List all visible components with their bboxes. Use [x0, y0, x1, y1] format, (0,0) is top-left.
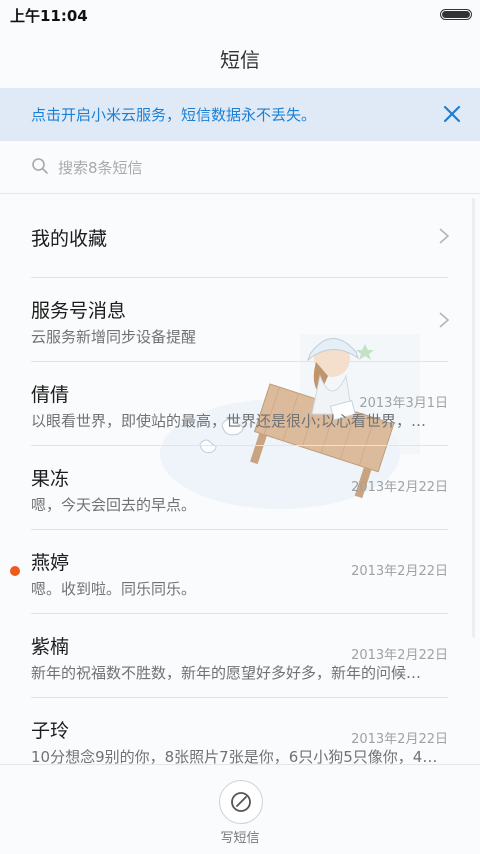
conversation-snippet: 嗯。收到啦。同乐同乐。 — [31, 580, 197, 598]
conversation-list[interactable]: 我的收藏 服务号消息 云服务新增同步设备提醒 倩倩 2013年3月1日 以眼看世… — [0, 194, 480, 764]
list-item[interactable]: 燕婷 2013年2月22日 嗯。收到啦。同乐同乐。 — [0, 530, 480, 614]
status-time: 上午11:04 — [10, 7, 88, 25]
scrollbar[interactable] — [472, 198, 475, 638]
conversation-date: 2013年2月22日 — [351, 648, 448, 663]
conversation-name: 服务号消息 — [31, 300, 127, 322]
conversation-snippet: 云服务新增同步设备提醒 — [31, 328, 197, 346]
list-item-service-messages[interactable]: 服务号消息 云服务新增同步设备提醒 — [0, 278, 480, 362]
close-icon[interactable] — [440, 102, 464, 126]
page-title: 短信 — [220, 47, 260, 72]
list-item[interactable]: 紫楠 2013年2月22日 新年的祝福数不胜数，新年的愿望好多好多，新年的问候… — [0, 614, 480, 698]
conversation-date: 2013年2月22日 — [351, 480, 448, 495]
conversation-name: 燕婷 — [31, 552, 70, 574]
list-item[interactable]: 倩倩 2013年3月1日 以眼看世界，即使站的最高，世界还是很小;以心看世界，… — [0, 362, 480, 446]
conversation-name: 倩倩 — [31, 384, 70, 406]
compose-icon — [231, 792, 251, 812]
search-bar[interactable]: 搜索8条短信 — [0, 141, 480, 194]
conversation-date: 2013年3月1日 — [359, 396, 448, 411]
search-icon — [32, 158, 48, 174]
conversation-name: 我的收藏 — [31, 228, 108, 250]
conversation-date: 2013年2月22日 — [351, 564, 448, 579]
list-item[interactable]: 果冻 2013年2月22日 嗯，今天会回去的早点。 — [0, 446, 480, 530]
title-bar: 短信 — [0, 28, 480, 88]
chevron-right-icon — [439, 312, 450, 328]
bottom-bar: 写短信 — [0, 764, 480, 854]
compose-label[interactable]: 写短信 — [0, 827, 480, 846]
list-item[interactable]: 子玲 2013年2月22日 10分想念9别的你，8张照片7张是你，6只小狗5只像… — [0, 698, 480, 764]
conversation-snippet: 10分想念9别的你，8张照片7张是你，6只小狗5只像你，4… — [31, 748, 438, 764]
conversation-name: 果冻 — [31, 468, 70, 490]
cloud-service-banner[interactable]: 点击开启小米云服务，短信数据永不丢失。 — [0, 88, 480, 141]
conversation-snippet: 嗯，今天会回去的早点。 — [31, 496, 197, 514]
status-bar: 上午11:04 — [0, 0, 480, 28]
battery-icon — [440, 9, 472, 20]
banner-text[interactable]: 点击开启小米云服务，短信数据永不丢失。 — [31, 104, 316, 125]
compose-button[interactable] — [219, 780, 263, 824]
unread-dot — [10, 566, 20, 576]
conversation-snippet: 新年的祝福数不胜数，新年的愿望好多好多，新年的问候… — [31, 664, 422, 682]
conversation-name: 子玲 — [31, 720, 70, 742]
conversation-date: 2013年2月22日 — [351, 732, 448, 747]
chevron-right-icon — [439, 228, 450, 244]
search-input[interactable]: 搜索8条短信 — [58, 157, 143, 178]
conversation-name: 紫楠 — [31, 636, 70, 658]
conversation-snippet: 以眼看世界，即使站的最高，世界还是很小;以心看世界，… — [31, 412, 427, 430]
list-item-favorites[interactable]: 我的收藏 — [0, 194, 480, 278]
